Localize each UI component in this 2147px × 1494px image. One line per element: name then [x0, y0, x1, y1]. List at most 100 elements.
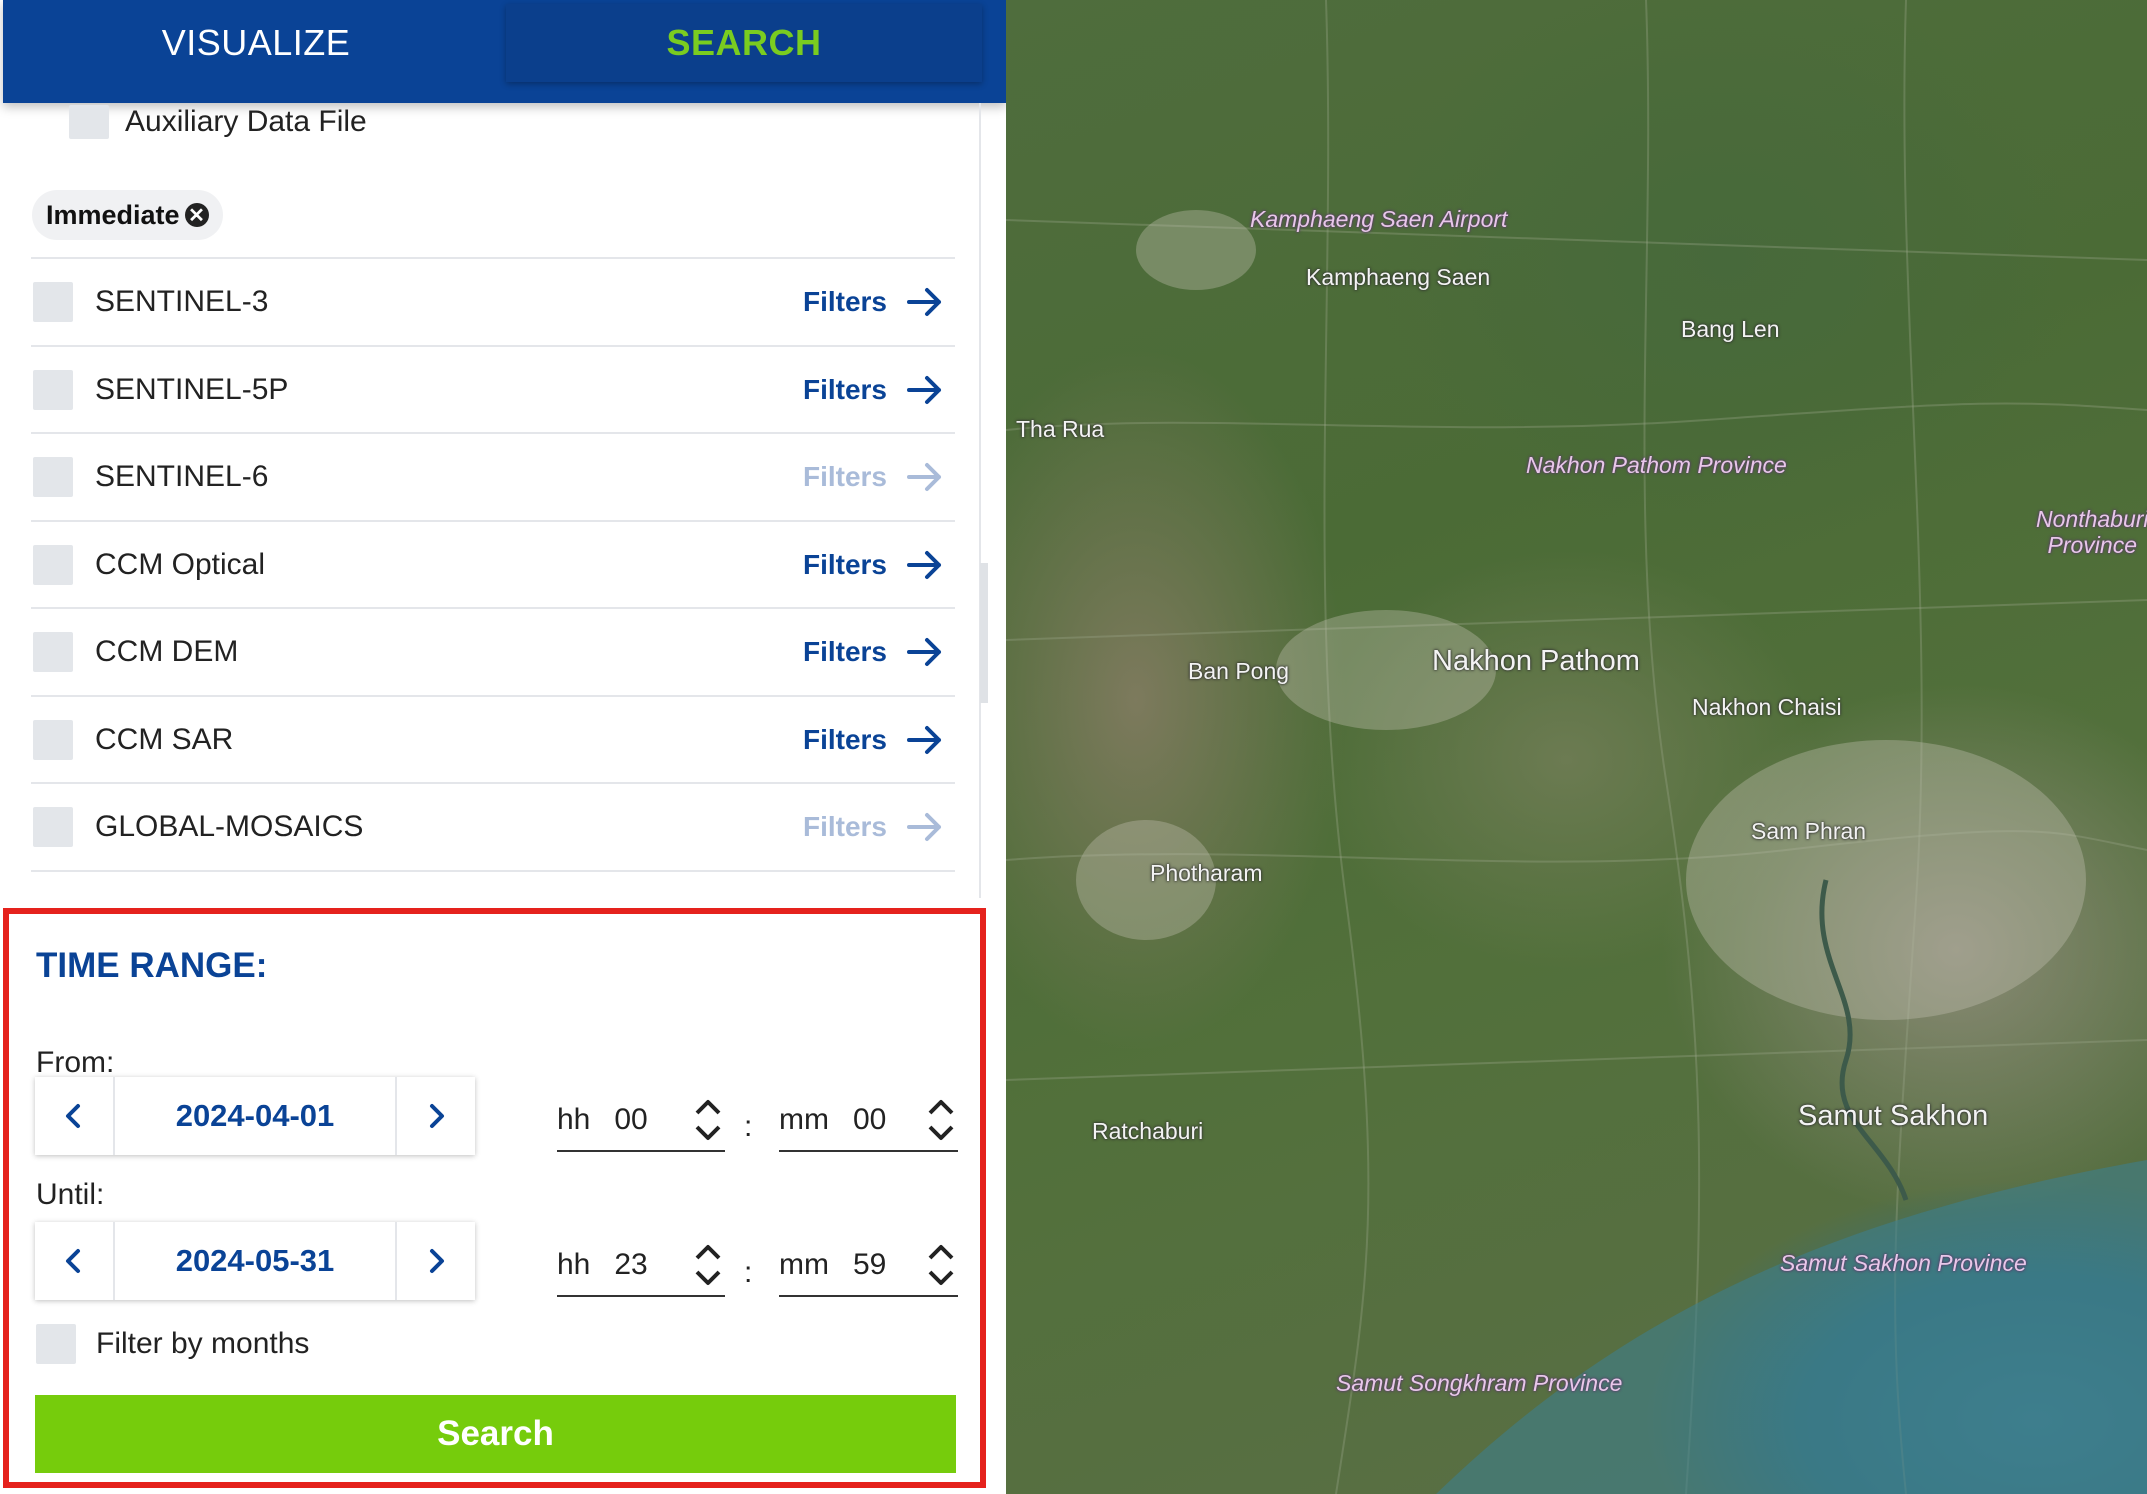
collection-row[interactable]: CCM DEM Filters: [31, 607, 955, 695]
from-prev-date-button[interactable]: [35, 1077, 113, 1155]
hh-label: hh: [557, 1248, 591, 1281]
spinner-icon[interactable]: [691, 1241, 725, 1289]
collection-name: SENTINEL-6: [95, 460, 269, 493]
time-range-section: TIME RANGE: From: 2024-04-01 hh 00 : mm …: [3, 908, 986, 1488]
mm-label: mm: [779, 1103, 829, 1136]
from-hour-field[interactable]: hh 00: [557, 1090, 725, 1152]
aux-data-option[interactable]: Auxiliary Data File: [69, 103, 367, 141]
collection-row[interactable]: CCM Optical Filters: [31, 519, 955, 608]
collection-name: GLOBAL-MOSAICS: [95, 810, 364, 843]
map-label: Nonthaburi Province: [2036, 506, 2147, 559]
map-label: Ban Pong: [1188, 658, 1290, 684]
time-colon: :: [744, 1256, 753, 1289]
collection-checkbox[interactable]: [33, 457, 73, 497]
satellite-map[interactable]: Kamphaeng Saen Airport Kamphaeng Saen Ba…: [1006, 0, 2147, 1494]
chevron-right-icon: [430, 1249, 444, 1273]
map-label: Nakhon Pathom: [1432, 645, 1640, 677]
tab-visualize[interactable]: VISUALIZE: [3, 4, 509, 82]
mm-label: mm: [779, 1248, 829, 1281]
filters-link[interactable]: Filters: [803, 461, 887, 493]
map-label: Samut Sakhon: [1798, 1100, 1989, 1132]
collection-name: CCM Optical: [95, 547, 266, 581]
arrow-right-icon[interactable]: [905, 807, 945, 847]
chevron-left-icon: [66, 1104, 80, 1128]
from-date-picker: 2024-04-01: [35, 1077, 475, 1155]
filters-link[interactable]: Filters: [803, 724, 887, 756]
until-hour-value[interactable]: 23: [614, 1248, 691, 1282]
until-date-picker: 2024-05-31: [35, 1222, 475, 1300]
collection-name: CCM SAR: [95, 722, 234, 756]
until-prev-date-button[interactable]: [35, 1222, 113, 1300]
filters-link[interactable]: Filters: [803, 374, 887, 406]
spinner-icon[interactable]: [924, 1096, 958, 1144]
collection-checkbox[interactable]: [33, 369, 73, 410]
from-minute-field[interactable]: mm 00: [779, 1090, 958, 1152]
from-minute-value[interactable]: 00: [853, 1103, 924, 1137]
close-icon[interactable]: ✕: [184, 203, 209, 227]
spinner-icon[interactable]: [691, 1096, 725, 1144]
from-hour-value[interactable]: 00: [614, 1103, 691, 1137]
collection-row[interactable]: SENTINEL-5P Filters: [31, 344, 955, 433]
until-label: Until:: [36, 1178, 105, 1211]
aux-data-label: Auxiliary Data File: [125, 105, 367, 138]
arrow-right-icon[interactable]: [905, 632, 945, 672]
map-label: Nakhon Chaisi: [1692, 694, 1842, 720]
chip-label: Immediate: [46, 199, 180, 230]
map-label: Ratchaburi: [1092, 1118, 1204, 1144]
collection-row[interactable]: CCM SAR Filters: [31, 694, 955, 783]
filters-link[interactable]: Filters: [803, 811, 887, 843]
collection-name: CCM DEM: [95, 635, 239, 668]
filters-link[interactable]: Filters: [803, 636, 887, 668]
filters-link[interactable]: Filters: [803, 286, 887, 318]
spinner-icon[interactable]: [924, 1241, 958, 1289]
until-minute-value[interactable]: 59: [853, 1248, 924, 1282]
collection-row[interactable]: SENTINEL-3 Filters: [31, 257, 955, 345]
immediate-chip: Immediate ✕: [32, 190, 223, 240]
until-next-date-button[interactable]: [397, 1222, 475, 1300]
search-button[interactable]: Search: [35, 1395, 956, 1473]
map-label: Kamphaeng Saen Airport: [1250, 206, 1508, 232]
map-label: Kamphaeng Saen: [1306, 264, 1491, 290]
filter-by-months-checkbox[interactable]: [36, 1324, 76, 1364]
from-label: From:: [36, 1046, 115, 1079]
map-label: Samut Songkhram Province: [1336, 1370, 1623, 1396]
tab-search[interactable]: SEARCH: [506, 4, 982, 82]
time-colon: :: [744, 1110, 753, 1143]
collection-checkbox[interactable]: [33, 807, 73, 847]
hh-label: hh: [557, 1103, 591, 1136]
until-date-value[interactable]: 2024-05-31: [113, 1222, 397, 1300]
collection-row[interactable]: SENTINEL-6 Filters: [31, 432, 955, 520]
map-label: Bang Len: [1681, 316, 1780, 342]
collections-list[interactable]: Auxiliary Data File Immediate ✕ SENTINEL…: [3, 103, 988, 898]
arrow-right-icon[interactable]: [905, 370, 945, 410]
filter-by-months-label: Filter by months: [96, 1327, 310, 1360]
arrow-right-icon[interactable]: [905, 720, 945, 760]
from-next-date-button[interactable]: [397, 1077, 475, 1155]
map-label: Photharam: [1150, 860, 1263, 886]
scrollbar[interactable]: [980, 563, 988, 703]
map-label: Samut Sakhon Province: [1780, 1250, 2027, 1276]
time-range-title: TIME RANGE:: [36, 946, 268, 985]
collection-name: SENTINEL-3: [95, 285, 269, 318]
filter-by-months-option[interactable]: Filter by months: [36, 1324, 309, 1364]
map-label: Nakhon Pathom Province: [1526, 452, 1787, 478]
collection-checkbox[interactable]: [33, 282, 73, 322]
collection-checkbox[interactable]: [33, 632, 73, 672]
from-date-value[interactable]: 2024-04-01: [113, 1077, 397, 1155]
collection-name: SENTINEL-5P: [95, 372, 289, 406]
collection-checkbox[interactable]: [33, 719, 73, 760]
arrow-right-icon[interactable]: [905, 282, 945, 322]
arrow-right-icon[interactable]: [905, 545, 945, 585]
aux-data-checkbox[interactable]: [69, 105, 109, 139]
collection-row[interactable]: GLOBAL-MOSAICS Filters: [31, 782, 955, 872]
collection-checkbox[interactable]: [33, 544, 73, 585]
until-hour-field[interactable]: hh 23: [557, 1235, 725, 1297]
filters-link[interactable]: Filters: [803, 549, 887, 581]
chevron-right-icon: [430, 1104, 444, 1128]
map-label: Sam Phran: [1751, 818, 1867, 844]
map-label: Tha Rua: [1016, 416, 1105, 442]
chevron-left-icon: [66, 1249, 80, 1273]
arrow-right-icon[interactable]: [905, 457, 945, 497]
until-minute-field[interactable]: mm 59: [779, 1235, 958, 1297]
panel-tabs: VISUALIZE SEARCH: [3, 0, 1006, 103]
